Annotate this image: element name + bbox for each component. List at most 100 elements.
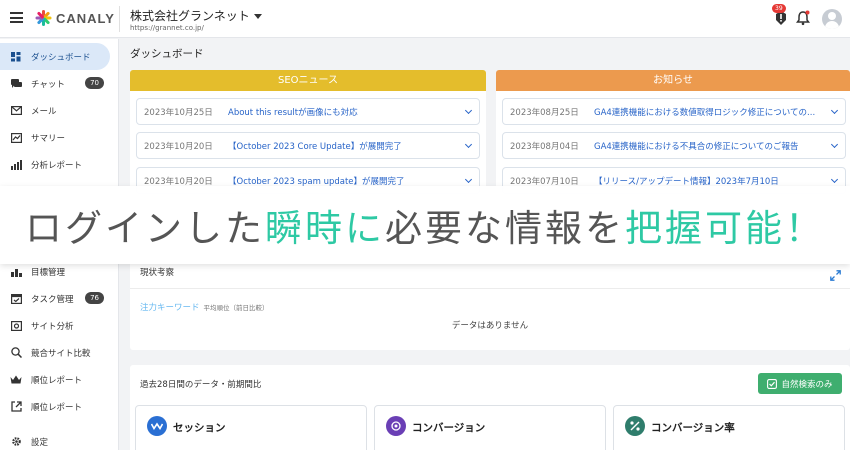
- logo-mark-icon: [34, 9, 52, 27]
- news-date: 2023年10月25日: [144, 107, 213, 118]
- status-title: 現状考察: [140, 268, 175, 278]
- percent-icon: [625, 416, 645, 436]
- sidebar-item-label: 目標管理: [31, 267, 66, 278]
- no-data-text: データはありません: [451, 321, 529, 331]
- sidebar-item-label: タスク管理: [31, 294, 74, 305]
- sidebar-item-label: チャット: [31, 79, 65, 90]
- focus-keyword-title: 注力キーワード: [140, 303, 200, 313]
- expand-icon[interactable]: [830, 266, 841, 281]
- avatar[interactable]: [822, 9, 842, 29]
- menu-icon[interactable]: [10, 12, 23, 23]
- sidebar-item-label: メール: [31, 106, 57, 117]
- sidebar-item-chat[interactable]: チャット 70: [0, 70, 110, 97]
- banner-text-highlight1: 瞬時に: [265, 207, 385, 250]
- seo-news-header: SEOニュース: [130, 70, 486, 91]
- crown-icon: [10, 374, 22, 386]
- logo[interactable]: CANALY: [34, 9, 115, 27]
- news-date: 2023年08月25日: [510, 107, 579, 118]
- sidebar-item-label: ダッシュボード: [31, 52, 91, 63]
- wave-icon: [147, 416, 167, 436]
- task-icon: [10, 293, 22, 305]
- sidebar-item-rank-report[interactable]: 順位レポート: [0, 366, 110, 393]
- sidebar-item-summary[interactable]: サマリー: [0, 124, 110, 151]
- sidebar-item-site-analysis[interactable]: サイト分析: [0, 312, 110, 339]
- goal-icon: [10, 266, 22, 278]
- caret-down-icon: [253, 14, 262, 19]
- chevron-down-icon[interactable]: [464, 140, 473, 149]
- sidebar-item-rank-report-external[interactable]: 順位レポート: [0, 393, 110, 420]
- chevron-down-icon[interactable]: [464, 175, 473, 184]
- promo-banner: ログインした瞬時に必要な情報を把握可能！: [0, 186, 850, 264]
- news-title[interactable]: 【October 2023 Core Update】が展開完了: [228, 140, 464, 152]
- news-title[interactable]: 【October 2023 spam update】が展開完了: [228, 175, 464, 187]
- page-title: ダッシュボード: [130, 48, 204, 60]
- bell-icon[interactable]: [796, 10, 810, 30]
- seo-news-panel: SEOニュース 2023年10月25日 About this resultが画像…: [130, 70, 486, 200]
- checkbox-icon: [767, 378, 778, 389]
- top-bar: CANALY 株式会社グランネット https://grannet.co.jp/…: [0, 0, 850, 38]
- company-name: 株式会社グランネット: [130, 9, 250, 23]
- metric-label: コンバージョン率: [651, 422, 735, 434]
- sidebar-item-task[interactable]: タスク管理 76: [0, 285, 110, 312]
- sidebar-item-label: サイト分析: [31, 321, 74, 332]
- sidebar-item-competitor[interactable]: 競合サイト比較: [0, 339, 110, 366]
- news-date: 2023年08月04日: [510, 141, 579, 152]
- sidebar-item-label: 競合サイト比較: [31, 348, 91, 359]
- organic-only-label: 自然検索のみ: [781, 379, 833, 390]
- metrics-panel: 過去28日間のデータ・前期間比 自然検索のみ セッション コンバージョン コンバ…: [130, 365, 850, 450]
- notice-panel: お知らせ 2023年08月25日 GA4連携機能における数値取得ロジック修正につ…: [496, 70, 850, 200]
- focus-keyword-label: 注力キーワード 平均順位（前日比較）: [140, 301, 269, 313]
- sidebar-item-analysis-report[interactable]: 分析レポート: [0, 151, 110, 178]
- divider: [119, 6, 120, 32]
- news-title[interactable]: About this resultが画像にも対応: [228, 106, 464, 118]
- gear-icon: [10, 436, 22, 448]
- banner-text-part1: ログインした: [25, 207, 265, 250]
- list-item[interactable]: 2023年10月20日 【October 2023 Core Update】が展…: [136, 132, 480, 159]
- chat-count-badge: 70: [85, 77, 104, 89]
- report-icon: [10, 159, 22, 171]
- sidebar-item-mail[interactable]: メール: [0, 97, 110, 124]
- notice-header: お知らせ: [496, 70, 850, 91]
- alert-icon[interactable]: 39: [772, 4, 788, 30]
- chevron-down-icon[interactable]: [464, 106, 473, 115]
- news-title[interactable]: GA4連携機能における数値取得ロジック修正についての...: [594, 106, 834, 118]
- news-date: 2023年10月20日: [144, 176, 213, 187]
- banner-text: ログインした瞬時に必要な情報を把握可能！: [25, 198, 825, 252]
- status-panel: 現状考察 注力キーワード 平均順位（前日比較） データはありません: [130, 258, 850, 350]
- focus-keyword-sub: 平均順位（前日比較）: [203, 304, 269, 312]
- task-count-badge: 76: [85, 292, 104, 304]
- logo-text: CANALY: [56, 10, 115, 26]
- list-item[interactable]: 2023年08月25日 GA4連携機能における数値取得ロジック修正についての..…: [502, 98, 846, 125]
- competitor-icon: [10, 347, 22, 359]
- news-date: 2023年10月20日: [144, 141, 213, 152]
- sidebar-item-dashboard[interactable]: ダッシュボード: [0, 43, 110, 70]
- metric-card-sessions[interactable]: セッション: [135, 405, 367, 450]
- banner-text-highlight2: 把握可能！: [625, 207, 825, 250]
- metric-label: セッション: [173, 422, 226, 434]
- metrics-title: 過去28日間のデータ・前期間比: [140, 380, 262, 390]
- mail-icon: [10, 105, 22, 117]
- news-date: 2023年07月10日: [510, 176, 579, 187]
- news-title[interactable]: GA4連携機能における不具合の修正についてのご報告: [594, 140, 834, 152]
- chat-icon: [10, 78, 22, 90]
- dashboard-icon: [10, 51, 22, 63]
- list-item[interactable]: 2023年08月04日 GA4連携機能における不具合の修正についてのご報告: [502, 132, 846, 159]
- summary-icon: [10, 132, 22, 144]
- site-analysis-icon: [10, 320, 22, 332]
- sidebar-item-label: 設定: [31, 437, 49, 448]
- list-item[interactable]: 2023年10月25日 About this resultが画像にも対応: [136, 98, 480, 125]
- news-title[interactable]: 【リリース/アップデート情報】2023年7月10日: [594, 175, 834, 187]
- sidebar-item-settings[interactable]: 設定: [0, 428, 110, 450]
- divider: [130, 288, 850, 289]
- company-selector[interactable]: 株式会社グランネット: [130, 7, 262, 24]
- sidebar-item-label: 分析レポート: [31, 160, 83, 171]
- external-link-icon: [10, 401, 22, 413]
- notification-count-badge: 39: [772, 4, 786, 13]
- sidebar-item-label: サマリー: [31, 133, 66, 144]
- metric-card-conversion-rate[interactable]: コンバージョン率: [613, 405, 845, 450]
- sidebar-item-label: 順位レポート: [31, 402, 83, 413]
- metric-card-conversions[interactable]: コンバージョン: [374, 405, 606, 450]
- organic-only-button[interactable]: 自然検索のみ: [758, 373, 842, 394]
- banner-text-part3: 必要な情報を: [385, 207, 625, 250]
- sidebar-item-label: 順位レポート: [31, 375, 83, 386]
